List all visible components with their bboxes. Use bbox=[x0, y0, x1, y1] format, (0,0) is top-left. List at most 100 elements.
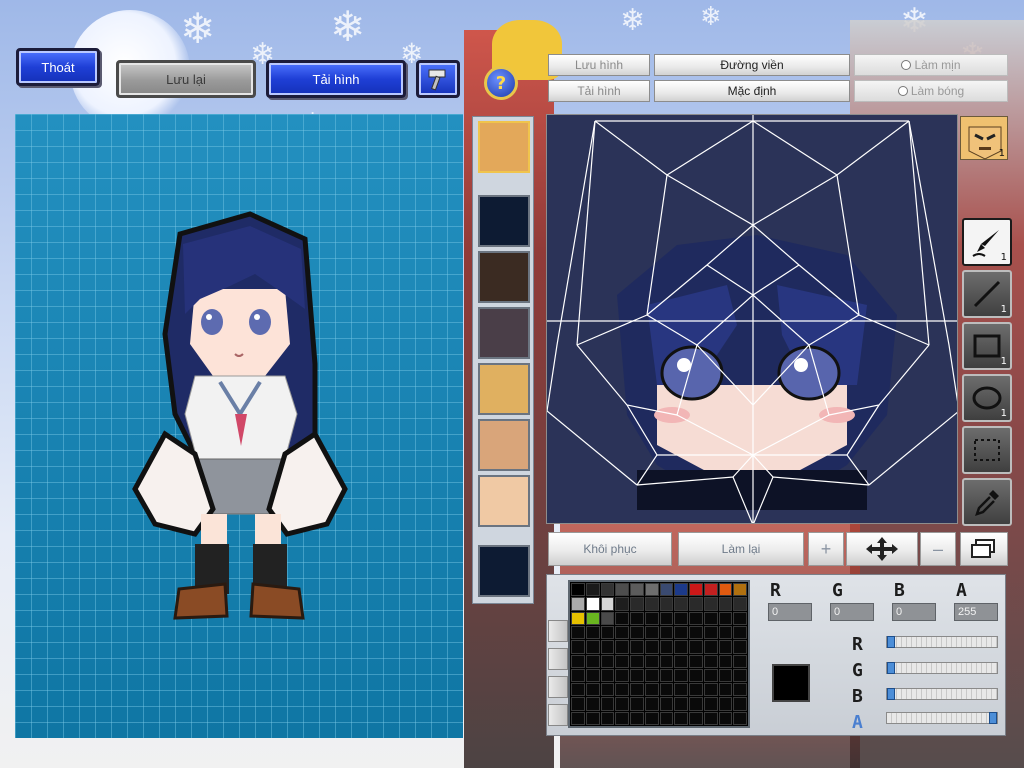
exit-button[interactable]: Thoát bbox=[16, 48, 100, 86]
color-swatch[interactable] bbox=[600, 597, 615, 611]
color-swatch[interactable] bbox=[659, 625, 674, 640]
color-swatch[interactable] bbox=[718, 697, 733, 711]
color-swatch[interactable] bbox=[674, 668, 688, 683]
color-swatch[interactable] bbox=[718, 640, 733, 654]
red-slider-handle[interactable] bbox=[887, 636, 895, 648]
color-swatch[interactable] bbox=[615, 597, 629, 611]
color-swatch[interactable] bbox=[615, 697, 629, 711]
redo-button[interactable]: Làm lại bbox=[678, 532, 804, 566]
color-swatch[interactable] bbox=[733, 611, 747, 625]
color-swatch[interactable] bbox=[689, 654, 703, 668]
color-swatch[interactable] bbox=[585, 583, 600, 597]
color-swatch[interactable] bbox=[630, 697, 644, 711]
color-swatch[interactable] bbox=[571, 611, 585, 625]
color-swatch[interactable] bbox=[718, 683, 733, 697]
color-swatch[interactable] bbox=[615, 611, 629, 625]
rectangle-tool[interactable]: 1 bbox=[962, 322, 1012, 370]
color-swatch[interactable] bbox=[674, 611, 688, 625]
green-slider-handle[interactable] bbox=[887, 662, 895, 674]
color-swatch[interactable] bbox=[659, 697, 674, 711]
eyedropper-tool[interactable] bbox=[962, 478, 1012, 526]
color-swatch[interactable] bbox=[718, 611, 733, 625]
color-swatch[interactable] bbox=[630, 583, 644, 597]
color-swatch[interactable] bbox=[571, 640, 585, 654]
color-swatch[interactable] bbox=[600, 640, 615, 654]
color-swatch[interactable] bbox=[733, 668, 747, 683]
color-swatch[interactable] bbox=[644, 711, 659, 725]
color-swatch[interactable] bbox=[659, 711, 674, 725]
color-swatch[interactable] bbox=[571, 683, 585, 697]
color-swatch[interactable] bbox=[630, 611, 644, 625]
smooth-option[interactable]: Làm mịn bbox=[854, 54, 1008, 76]
color-swatch[interactable] bbox=[733, 697, 747, 711]
color-swatch[interactable] bbox=[659, 654, 674, 668]
color-swatch[interactable] bbox=[571, 625, 585, 640]
color-swatch[interactable] bbox=[718, 654, 733, 668]
color-swatch[interactable] bbox=[689, 711, 703, 725]
green-slider[interactable] bbox=[886, 662, 998, 674]
color-swatch[interactable] bbox=[615, 583, 629, 597]
color-swatch[interactable] bbox=[659, 668, 674, 683]
color-swatch[interactable] bbox=[644, 640, 659, 654]
color-swatch[interactable] bbox=[615, 640, 629, 654]
add-button[interactable]: + bbox=[808, 532, 844, 566]
color-swatch[interactable] bbox=[689, 625, 703, 640]
color-swatch[interactable] bbox=[703, 668, 718, 683]
palette-tab-2[interactable] bbox=[548, 648, 568, 670]
character-preview-canvas[interactable] bbox=[15, 114, 463, 738]
color-swatch[interactable] bbox=[571, 583, 585, 597]
color-swatch[interactable] bbox=[571, 711, 585, 725]
color-swatch[interactable] bbox=[630, 597, 644, 611]
default-button[interactable]: Mặc định bbox=[654, 80, 850, 102]
color-swatch[interactable] bbox=[615, 683, 629, 697]
color-swatch[interactable] bbox=[689, 611, 703, 625]
alpha-slider[interactable] bbox=[886, 712, 998, 724]
color-swatch[interactable] bbox=[674, 697, 688, 711]
outline-button[interactable]: Đường viền bbox=[654, 54, 850, 76]
color-swatch[interactable] bbox=[600, 625, 615, 640]
palette-tab-4[interactable] bbox=[548, 704, 568, 726]
color-swatch[interactable] bbox=[659, 611, 674, 625]
restore-button[interactable]: Khôi phục bbox=[548, 532, 672, 566]
color-swatch[interactable] bbox=[674, 654, 688, 668]
color-swatch[interactable] bbox=[703, 654, 718, 668]
color-swatch[interactable] bbox=[703, 583, 718, 597]
color-swatch[interactable] bbox=[585, 697, 600, 711]
minus-button[interactable]: – bbox=[920, 532, 956, 566]
red-value-input[interactable]: 0 bbox=[768, 603, 812, 621]
color-swatch-grid[interactable] bbox=[568, 580, 750, 728]
color-swatch[interactable] bbox=[644, 697, 659, 711]
color-swatch[interactable] bbox=[703, 683, 718, 697]
thumb-hair-front[interactable] bbox=[478, 307, 530, 359]
help-button[interactable]: ? bbox=[484, 66, 518, 100]
color-swatch[interactable] bbox=[644, 654, 659, 668]
line-tool[interactable]: 1 bbox=[962, 270, 1012, 318]
color-swatch[interactable] bbox=[600, 683, 615, 697]
color-swatch[interactable] bbox=[703, 711, 718, 725]
color-swatch[interactable] bbox=[674, 625, 688, 640]
color-swatch[interactable] bbox=[571, 597, 585, 611]
color-swatch[interactable] bbox=[703, 611, 718, 625]
blue-slider-handle[interactable] bbox=[887, 688, 895, 700]
color-swatch[interactable] bbox=[600, 611, 615, 625]
color-swatch[interactable] bbox=[733, 654, 747, 668]
color-swatch[interactable] bbox=[689, 697, 703, 711]
color-swatch[interactable] bbox=[615, 668, 629, 683]
color-swatch[interactable] bbox=[689, 583, 703, 597]
color-swatch[interactable] bbox=[600, 711, 615, 725]
red-slider[interactable] bbox=[886, 636, 998, 648]
color-swatch[interactable] bbox=[630, 640, 644, 654]
color-swatch[interactable] bbox=[600, 697, 615, 711]
color-swatch[interactable] bbox=[585, 611, 600, 625]
save-button[interactable]: Lưu lại bbox=[116, 60, 256, 98]
palette-tab-3[interactable] bbox=[548, 676, 568, 698]
color-swatch[interactable] bbox=[659, 597, 674, 611]
color-swatch[interactable] bbox=[585, 597, 600, 611]
color-swatch[interactable] bbox=[718, 597, 733, 611]
move-button[interactable] bbox=[846, 532, 918, 566]
color-swatch[interactable] bbox=[733, 711, 747, 725]
color-swatch[interactable] bbox=[615, 654, 629, 668]
color-swatch[interactable] bbox=[644, 611, 659, 625]
hammer-button[interactable] bbox=[416, 60, 460, 98]
color-swatch[interactable] bbox=[733, 625, 747, 640]
